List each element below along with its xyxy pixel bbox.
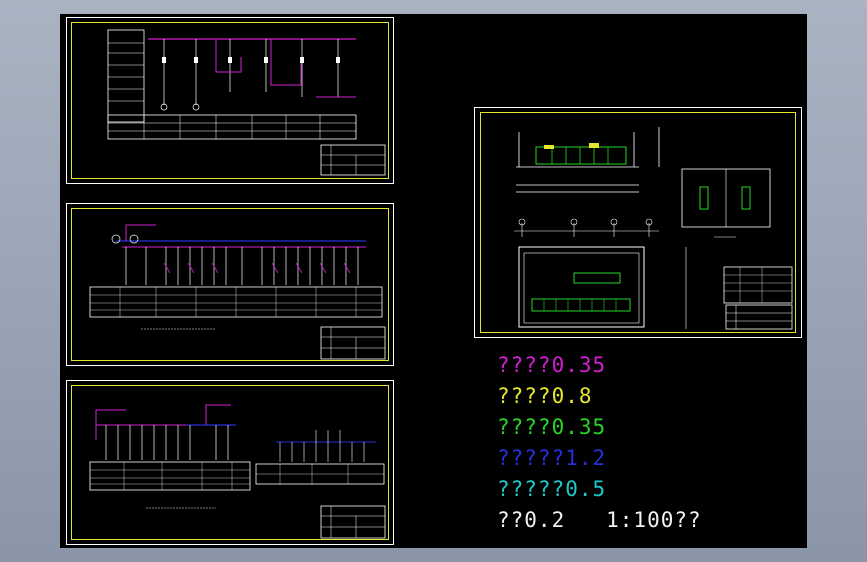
schematic-sheet-1[interactable] <box>66 17 394 184</box>
legend-line-5: ?????0.5 <box>497 477 606 501</box>
schematic-1-drawing <box>66 17 394 184</box>
schematic-sheet-3[interactable] <box>66 380 394 545</box>
schematic-3-drawing <box>66 380 394 545</box>
drawing-canvas[interactable]: ????0.35 ????0.8 ????0.35 ?????1.2 ?????… <box>60 14 807 548</box>
legend-text-2: ????0.8 <box>497 384 593 408</box>
legend-text-5: ?????0.5 <box>497 477 607 501</box>
legend-line-1: ????0.35 <box>497 353 606 377</box>
layout-plan-drawing <box>474 107 802 338</box>
legend-line-2: ????0.8 <box>497 384 593 408</box>
legend-line-6: ??0.2 1:100?? <box>497 508 702 532</box>
legend-text-1: ????0.35 <box>497 353 607 377</box>
schematic-2-drawing <box>66 203 394 366</box>
schematic-sheet-2[interactable] <box>66 203 394 366</box>
legend-line-3: ????0.35 <box>497 415 606 439</box>
legend-line-4: ?????1.2 <box>497 446 606 470</box>
legend-text-4: ?????1.2 <box>497 446 607 470</box>
legend-text-6: ??0.2 1:100?? <box>497 508 702 532</box>
legend-text-3: ????0.35 <box>497 415 607 439</box>
layout-plan-sheet[interactable] <box>474 107 802 338</box>
